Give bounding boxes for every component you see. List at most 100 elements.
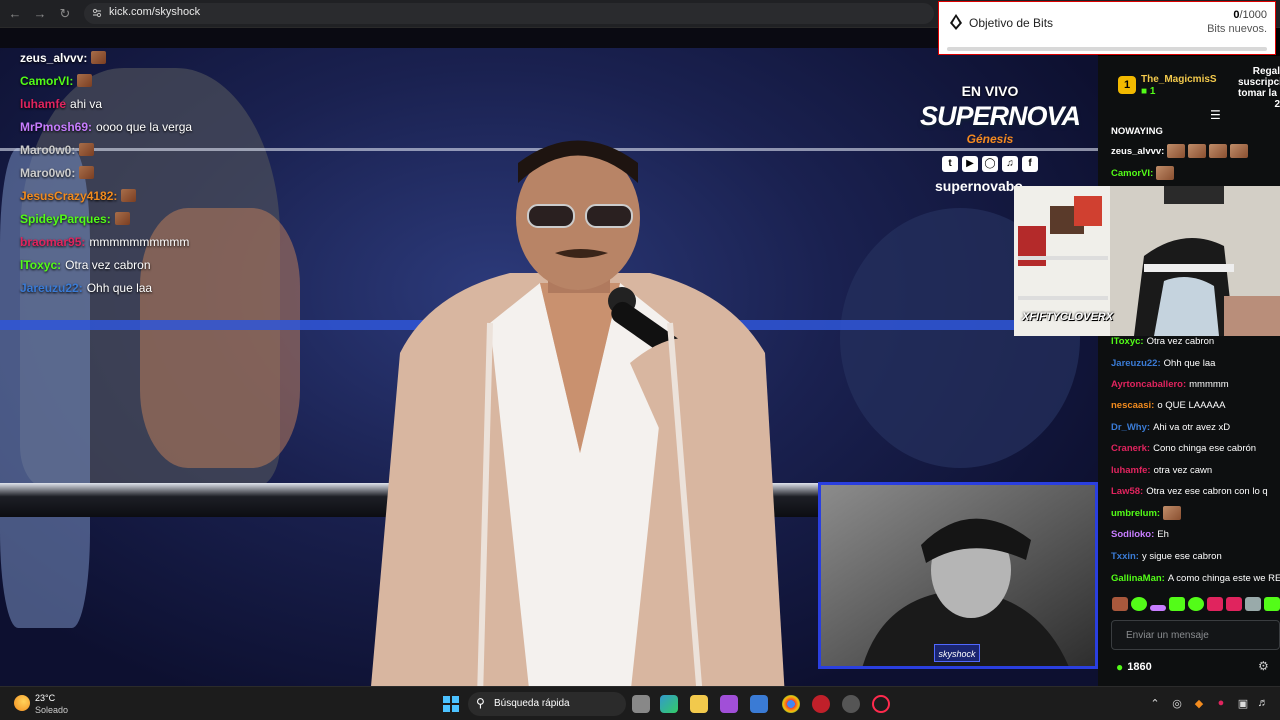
emote-icon xyxy=(1156,166,1175,180)
bits-goal-popup[interactable]: Objetivo de Bits 0/1000 Bits nuevos. xyxy=(938,1,1276,55)
chat-message[interactable]: Ayrtoncaballero: mmmmm xyxy=(1111,374,1229,394)
gear-icon[interactable]: ⚙ xyxy=(1258,660,1270,672)
chat-message[interactable]: CamorVI: xyxy=(1111,163,1175,183)
chat-message[interactable]: Txxin: y sigue ese cabron xyxy=(1111,546,1222,566)
obs-icon[interactable] xyxy=(842,695,860,713)
emote-icon xyxy=(79,143,95,156)
emote-button[interactable] xyxy=(1169,597,1185,611)
chat-message[interactable]: Sodiloko: Eh xyxy=(1111,524,1169,544)
windows-start-icon[interactable] xyxy=(443,696,459,712)
network-icon[interactable]: ▣ xyxy=(1236,697,1250,710)
chat-message[interactable]: luhamfe: otra vez cawn xyxy=(1111,460,1212,480)
tray-icon[interactable]: ◆ xyxy=(1192,697,1206,710)
volume-icon[interactable]: ♬ xyxy=(1256,697,1270,709)
opera-icon[interactable] xyxy=(872,695,890,713)
reload-icon[interactable]: ↻ xyxy=(56,5,74,23)
chat-username[interactable]: Dr_Why: xyxy=(1111,422,1150,433)
chat-username[interactable]: Txxin: xyxy=(1111,551,1139,562)
overlay-chat-message: Ohh que laa xyxy=(86,280,153,295)
chat-username[interactable]: luhamfe: xyxy=(1111,465,1151,476)
overlay-chat-user: SpideyParques: xyxy=(20,211,111,226)
chat-message-text: mmmmm xyxy=(1189,378,1229,390)
chrome-icon[interactable] xyxy=(782,695,800,713)
chat-message[interactable]: nescaasi: o QUE LAAAAA xyxy=(1111,395,1225,415)
chat-username[interactable]: Jareuzu22: xyxy=(1111,358,1161,369)
chat-message[interactable]: Cranerk: Cono chinga ese cabrón xyxy=(1111,438,1256,458)
chat-username[interactable]: CamorVI: xyxy=(1111,168,1153,179)
facecam-image xyxy=(821,485,1095,666)
gift-text-3: tomar la p xyxy=(1238,88,1280,99)
chat-username[interactable]: GallinaMan: xyxy=(1111,573,1165,584)
overlay-chat-line: luhamfe ahi va xyxy=(20,92,320,115)
chat-username[interactable]: nescaasi: xyxy=(1111,400,1154,411)
back-icon[interactable]: ← xyxy=(6,5,24,23)
chat-message[interactable]: Jareuzu22: Ohh que laa xyxy=(1111,353,1215,373)
overlay-chat-line: Jareuzu22: Ohh que laa xyxy=(20,276,320,299)
taskbar-search[interactable]: ⚲ Búsqueda rápida xyxy=(468,692,626,716)
weather-icon[interactable] xyxy=(14,695,30,711)
emote-button[interactable] xyxy=(1112,597,1128,611)
emote-button[interactable] xyxy=(1245,597,1261,611)
emote-button[interactable] xyxy=(1188,597,1204,611)
chat-username[interactable]: NOWAYING xyxy=(1111,126,1163,137)
chat-username[interactable]: zeus_alvvv: xyxy=(1111,146,1164,157)
chat-message[interactable]: Law58: Otra vez ese cabron con lo q xyxy=(1111,481,1268,501)
chat-message[interactable]: umbrelum: xyxy=(1111,503,1182,523)
chat-input-placeholder: Enviar un mensaje xyxy=(1126,630,1209,641)
overlay-chat-user: Maro0w0: xyxy=(20,142,76,157)
microphone-icon[interactable]: ● xyxy=(1214,697,1228,709)
gift-count-value: 1 xyxy=(1149,86,1156,97)
chat-username[interactable]: umbrelum: xyxy=(1111,508,1160,519)
quick-emotes xyxy=(1112,597,1280,611)
app-icon[interactable] xyxy=(720,695,738,713)
file-explorer-icon[interactable] xyxy=(690,695,708,713)
twitch-icon: t xyxy=(942,156,958,172)
chat-username[interactable]: Law58: xyxy=(1111,486,1143,497)
site-info-icon[interactable] xyxy=(91,7,103,19)
bits-goal-count: 0/1000 xyxy=(1233,9,1267,21)
app-icon[interactable] xyxy=(750,695,768,713)
tray-icon[interactable]: ◎ xyxy=(1170,697,1184,710)
weather-temperature: 23°C xyxy=(35,693,56,703)
points-icon: ● xyxy=(1116,660,1124,674)
bits-goal-subtitle: Bits nuevos. xyxy=(1207,23,1267,35)
chat-message[interactable]: Dr_Why: Ahi va otr avez xD xyxy=(1111,417,1230,437)
address-bar[interactable]: kick.com/skyshock xyxy=(84,3,934,24)
stream-player[interactable]: zeus_alvvv: CamorVI: luhamfe ahi va MrPmosh6… xyxy=(0,28,1098,686)
chat-message[interactable]: zeus_alvvv: xyxy=(1111,141,1249,161)
chat-message-text: Ohh que laa xyxy=(1163,357,1216,369)
bits-icon xyxy=(950,14,962,30)
edge-icon[interactable] xyxy=(660,695,678,713)
emote-button[interactable] xyxy=(1131,597,1147,611)
overlay-chat-line: zeus_alvvv: xyxy=(20,46,320,69)
pinned-gift-banner[interactable]: 1 The_MagicmisS ■ 1 Regal suscripci toma… xyxy=(1098,56,1280,122)
chat-username[interactable]: Cranerk: xyxy=(1111,443,1150,454)
emote-button[interactable] xyxy=(1226,597,1242,611)
chat-username[interactable]: Ayrtoncaballero: xyxy=(1111,379,1186,390)
task-view-icon[interactable] xyxy=(632,695,650,713)
emote-icon xyxy=(1230,144,1249,158)
overlay-chat-line: braomar95: mmmmmmmmmm xyxy=(20,230,320,253)
overlay-chat-user: Maro0w0: xyxy=(20,165,76,180)
chat-message[interactable]: NOWAYING xyxy=(1111,121,1163,141)
expand-icon[interactable]: ☰ xyxy=(1210,108,1221,122)
chat-username[interactable]: Sodiloko: xyxy=(1111,529,1154,540)
chat-username[interactable]: lToxyc: xyxy=(1111,336,1144,347)
emote-button[interactable] xyxy=(1207,597,1223,611)
overlay-chat-line: SpideyParques: xyxy=(20,207,320,230)
chat-message-text: Otra vez cabron xyxy=(1146,335,1215,347)
chat-message-input[interactable]: Enviar un mensaje xyxy=(1111,620,1280,650)
bits-progress-bar xyxy=(947,47,1267,51)
chat-message-text: o QUE LAAAAA xyxy=(1157,399,1226,411)
instagram-icon: ◯ xyxy=(982,156,998,172)
app-icon[interactable] xyxy=(812,695,830,713)
channel-points[interactable]: ● 1860 xyxy=(1116,660,1152,674)
forward-icon[interactable]: → xyxy=(31,5,49,23)
emote-button[interactable] xyxy=(1150,605,1166,611)
brand-logo: SUPERNOVA xyxy=(920,101,1081,131)
chat-message[interactable]: GallinaMan: A como chinga este we RE xyxy=(1111,568,1280,588)
gift-text-4: 2 xyxy=(1274,99,1280,110)
overlay-chat-line: CamorVI: xyxy=(20,69,320,92)
emote-button[interactable] xyxy=(1264,597,1280,611)
chevron-up-icon[interactable]: ⌃ xyxy=(1148,697,1162,710)
